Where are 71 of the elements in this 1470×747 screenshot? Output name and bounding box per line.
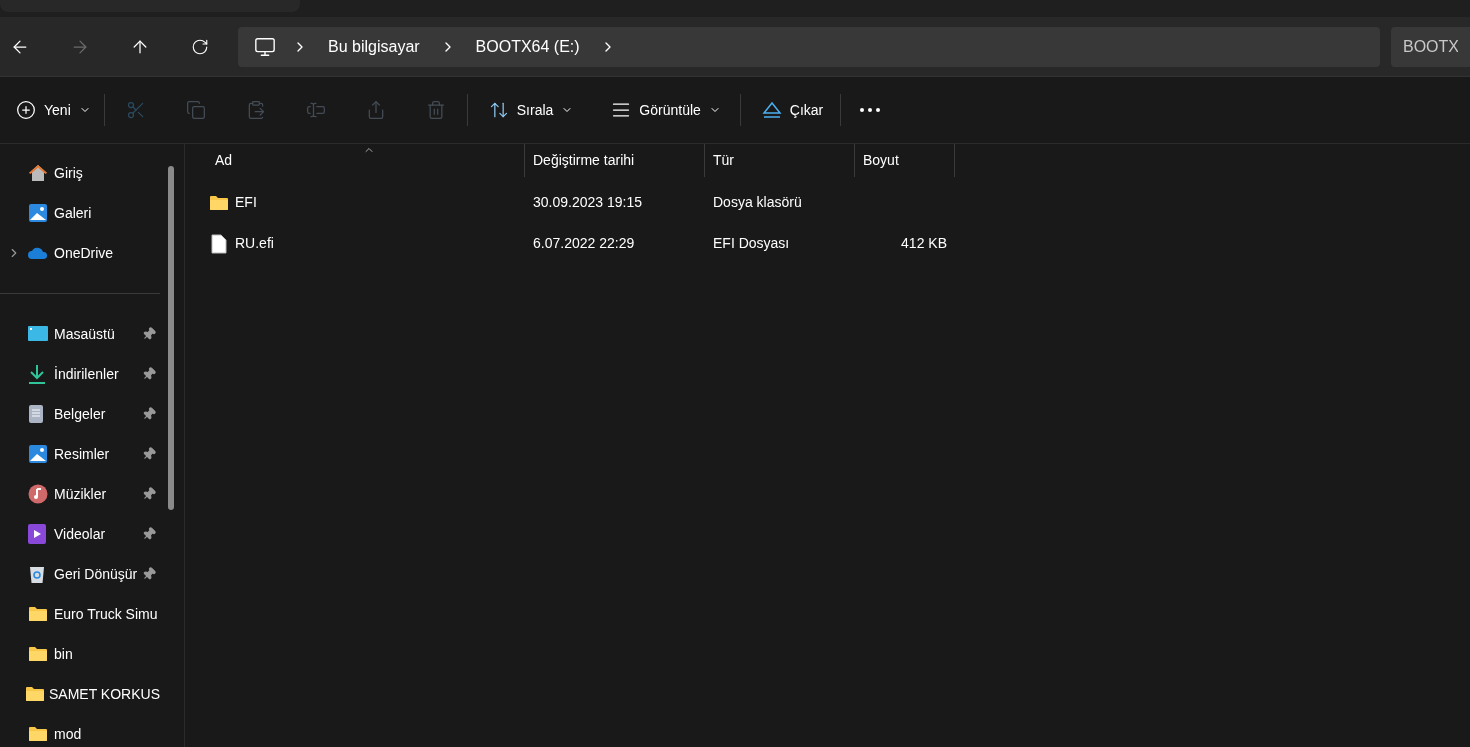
more-icon [860, 108, 881, 112]
eject-icon [761, 101, 782, 119]
sidebar-item[interactable]: Geri Dönüşür [0, 554, 160, 594]
folder-icon [25, 686, 46, 702]
breadcrumb-item[interactable]: BOOTX64 (E:) [471, 34, 584, 59]
column-header[interactable]: Ad [207, 144, 525, 177]
house-icon [28, 163, 48, 183]
picture-icon [28, 444, 48, 464]
picture-icon [28, 203, 48, 223]
sidebar-item[interactable]: Belgeler [0, 394, 160, 434]
breadcrumb-item[interactable]: Bu bilgisayar [324, 34, 424, 59]
sidebar-item[interactable]: Videolar [0, 514, 160, 554]
sidebar-item[interactable]: Müzikler [0, 474, 160, 514]
film-icon [28, 524, 46, 544]
sidebar-item[interactable]: SAMET KORKUS [0, 674, 160, 714]
view-button[interactable]: Görüntüle [599, 92, 733, 128]
sidebar-item[interactable]: mod [0, 714, 160, 747]
cloud-icon [28, 246, 48, 260]
type-cell: EFI Dosyası [713, 235, 790, 251]
copy-icon [185, 100, 206, 120]
sidebar-label: mod [54, 724, 82, 744]
column-header[interactable]: Tür [705, 144, 855, 177]
download-icon [28, 364, 46, 384]
sidebar-item[interactable]: bin [0, 634, 160, 674]
folder-icon [28, 606, 48, 622]
type-cell: Dosya klasörü [713, 194, 802, 210]
trash-icon [425, 100, 446, 120]
search-field[interactable]: BOOTX [1391, 26, 1470, 67]
date-cell: 30.09.2023 19:15 [533, 194, 642, 210]
file-icon [211, 233, 227, 254]
column-header[interactable]: Boyut [855, 144, 955, 177]
sidebar-label: Videolar [54, 524, 106, 544]
sidebar-item[interactable]: Resimler [0, 434, 160, 474]
monitor-icon [28, 325, 48, 343]
folder-icon [209, 194, 229, 211]
sort-button[interactable]: Sırala [476, 92, 586, 128]
folder-icon [28, 726, 48, 742]
recycle-bin-icon [28, 564, 46, 584]
sidebar-item[interactable]: İndirilenler [0, 354, 160, 394]
sidebar-label: Euro Truck Simu [54, 604, 158, 624]
folder-icon [28, 646, 48, 662]
sidebar-label: SAMET KORKUS [49, 684, 160, 704]
computer-icon [254, 35, 276, 58]
address-bar[interactable]: Bu bilgisayar BOOTX64 (E:) [238, 26, 1380, 67]
scrollbar[interactable] [168, 166, 174, 510]
music-note-icon [28, 484, 48, 504]
eject-button[interactable]: Çıkar [749, 92, 836, 128]
scissors-icon [125, 100, 146, 120]
sidebar-label: İndirilenler [54, 364, 119, 384]
sidebar-item[interactable]: Masaüstü [0, 314, 160, 354]
sidebar-label: Resimler [54, 444, 110, 464]
sort-icon [488, 100, 509, 120]
sidebar-label: Masaüstü [54, 324, 115, 344]
sidebar-label: bin [54, 644, 73, 664]
file-name: EFI [235, 193, 257, 212]
sidebar-label: Galeri [54, 203, 92, 223]
sidebar-item[interactable]: Euro Truck Simu [0, 594, 160, 634]
column-header[interactable]: Değiştirme tarihi [525, 144, 705, 177]
sidebar-label: OneDrive [54, 243, 114, 263]
rename-icon [305, 100, 326, 120]
refresh-icon [191, 37, 209, 56]
sidebar-label: Belgeler [54, 404, 106, 424]
document-icon [28, 404, 44, 424]
add-icon [16, 100, 36, 120]
new-button[interactable]: Yeni [4, 92, 103, 128]
size-cell: 412 KB [901, 235, 947, 251]
sidebar-label: Müzikler [54, 484, 107, 504]
file-name: RU.efi [235, 234, 274, 253]
sidebar-label: Geri Dönüşür [54, 564, 138, 584]
sidebar-label: Giriş [54, 163, 83, 183]
date-cell: 6.07.2022 22:29 [533, 235, 635, 251]
